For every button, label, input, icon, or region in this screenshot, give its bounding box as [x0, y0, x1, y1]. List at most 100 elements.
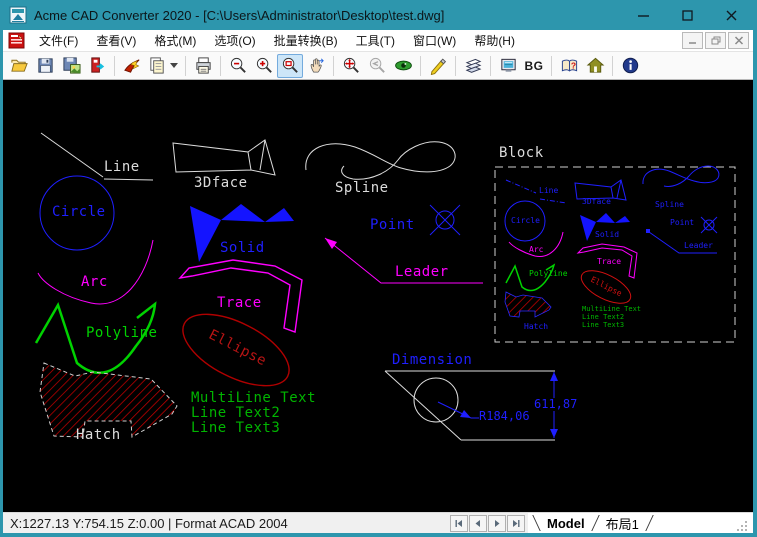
entity-spline[interactable]: [306, 142, 455, 180]
app-window: Acme CAD Converter 2020 - [C:\Users\Admi…: [0, 0, 757, 537]
prev-tab-icon: [473, 519, 483, 528]
block-label-mtext-3: Line Text3: [582, 322, 624, 330]
block-label-hatch: Hatch: [524, 323, 548, 332]
resize-grip[interactable]: [735, 521, 749, 533]
menu-view[interactable]: 查看(V): [87, 30, 145, 51]
toolbar-separator: [490, 56, 491, 76]
maximize-button[interactable]: [665, 0, 709, 30]
label-point: Point: [370, 218, 415, 233]
label-hatch: Hatch: [76, 428, 121, 443]
label-trace: Trace: [217, 296, 262, 311]
pan-hand-icon: [307, 56, 326, 75]
export-button[interactable]: [84, 54, 110, 78]
first-tab-button[interactable]: [450, 515, 468, 532]
menu-window[interactable]: 窗口(W): [404, 30, 465, 51]
screen-preview-button[interactable]: [495, 54, 521, 78]
coordinate-readout: X:1227.13 Y:754.15 Z:0.00 | Format ACAD …: [10, 516, 288, 531]
menu-help[interactable]: 帮助(H): [465, 30, 524, 51]
batch-convert-button[interactable]: [119, 54, 145, 78]
window-title: Acme CAD Converter 2020 - [C:\Users\Admi…: [34, 8, 444, 23]
mdi-minimize-icon: [688, 36, 698, 45]
zoom-extents-button[interactable]: [338, 54, 364, 78]
screen-icon: [499, 56, 518, 75]
block-label-line: Line: [539, 187, 558, 196]
menu-options[interactable]: 选项(O): [205, 30, 264, 51]
statusbar: X:1227.13 Y:754.15 Z:0.00 | Format ACAD …: [3, 512, 753, 533]
entity-arc[interactable]: [38, 240, 153, 304]
zoom-window-button[interactable]: [277, 54, 303, 78]
entity-point[interactable]: [430, 205, 460, 235]
label-dimension: Dimension: [392, 353, 472, 368]
app-logo-icon: [9, 6, 27, 24]
block-label-arc: Arc: [529, 246, 543, 255]
about-info-button[interactable]: [617, 54, 643, 78]
zoom-extents-icon: [342, 56, 361, 75]
block-label-spline: Spline: [655, 201, 684, 210]
label-3dface: 3Dface: [194, 176, 248, 191]
tab-layout1[interactable]: 布局1: [600, 514, 645, 533]
close-icon: [725, 9, 738, 22]
block-label-3dface: 3Dface: [582, 198, 611, 207]
toolbar-separator: [551, 56, 552, 76]
menu-batch-convert[interactable]: 批量转换(B): [265, 30, 347, 51]
zoom-previous-icon: [368, 56, 387, 75]
layers-icon: [464, 56, 483, 75]
help-question-glyph: ?: [570, 60, 575, 70]
close-button[interactable]: [709, 0, 753, 30]
menu-file[interactable]: 文件(F): [30, 30, 87, 51]
save-icon: [36, 56, 55, 75]
toolbar-separator: [420, 56, 421, 76]
zoom-in-button[interactable]: [251, 54, 277, 78]
print-icon: [194, 56, 213, 75]
save-as-button[interactable]: [58, 54, 84, 78]
zoom-previous-button[interactable]: [364, 54, 390, 78]
document-icon: [8, 32, 25, 49]
zoom-out-icon: [229, 56, 248, 75]
open-button[interactable]: [6, 54, 32, 78]
entity-hatch[interactable]: [40, 363, 177, 437]
help-book-icon: ?: [560, 56, 579, 75]
cad-drawing-area[interactable]: Line Circle Arc Polyline Hatch 3Dface So…: [3, 80, 753, 512]
prev-tab-button[interactable]: [469, 515, 487, 532]
last-tab-button[interactable]: [507, 515, 525, 532]
copy-pages-icon: [148, 56, 167, 75]
background-toggle-label: BG: [525, 59, 544, 73]
menu-format[interactable]: 格式(M): [145, 30, 205, 51]
minimize-button[interactable]: [621, 0, 665, 30]
tab-nav-buttons: [450, 513, 528, 533]
label-polyline: Polyline: [86, 326, 157, 341]
copy-pages-button[interactable]: [145, 54, 181, 78]
zoom-out-button[interactable]: [225, 54, 251, 78]
open-folder-icon: [10, 56, 29, 75]
info-icon: [621, 56, 640, 75]
mdi-minimize-button[interactable]: [682, 32, 703, 49]
help-button[interactable]: ?: [556, 54, 582, 78]
draw-settings-button[interactable]: [425, 54, 451, 78]
pan-button[interactable]: [303, 54, 329, 78]
print-button[interactable]: [190, 54, 216, 78]
toolbar-separator: [455, 56, 456, 76]
home-icon: [586, 56, 605, 75]
titlebar: Acme CAD Converter 2020 - [C:\Users\Admi…: [3, 0, 753, 30]
menu-tools[interactable]: 工具(T): [347, 30, 404, 51]
label-line: Line: [104, 160, 140, 175]
zoom-window-icon: [281, 56, 300, 75]
batch-convert-icon: [123, 56, 142, 75]
block-label-leader: Leader: [684, 242, 713, 251]
home-button[interactable]: [582, 54, 608, 78]
label-solid: Solid: [220, 241, 265, 256]
layers-button[interactable]: [460, 54, 486, 78]
save-as-icon: [62, 56, 81, 75]
background-toggle-button[interactable]: BG: [521, 54, 547, 78]
view-eye-button[interactable]: [390, 54, 416, 78]
minimize-icon: [637, 9, 650, 22]
dropdown-arrow-icon[interactable]: [170, 63, 178, 68]
mdi-close-button[interactable]: [728, 32, 749, 49]
next-tab-button[interactable]: [488, 515, 506, 532]
mdi-restore-button[interactable]: [705, 32, 726, 49]
entity-3dface[interactable]: [173, 140, 275, 175]
tab-model[interactable]: Model: [541, 516, 591, 531]
label-block: Block: [499, 146, 544, 161]
label-dim-height: 611,87: [533, 398, 578, 411]
save-button[interactable]: [32, 54, 58, 78]
